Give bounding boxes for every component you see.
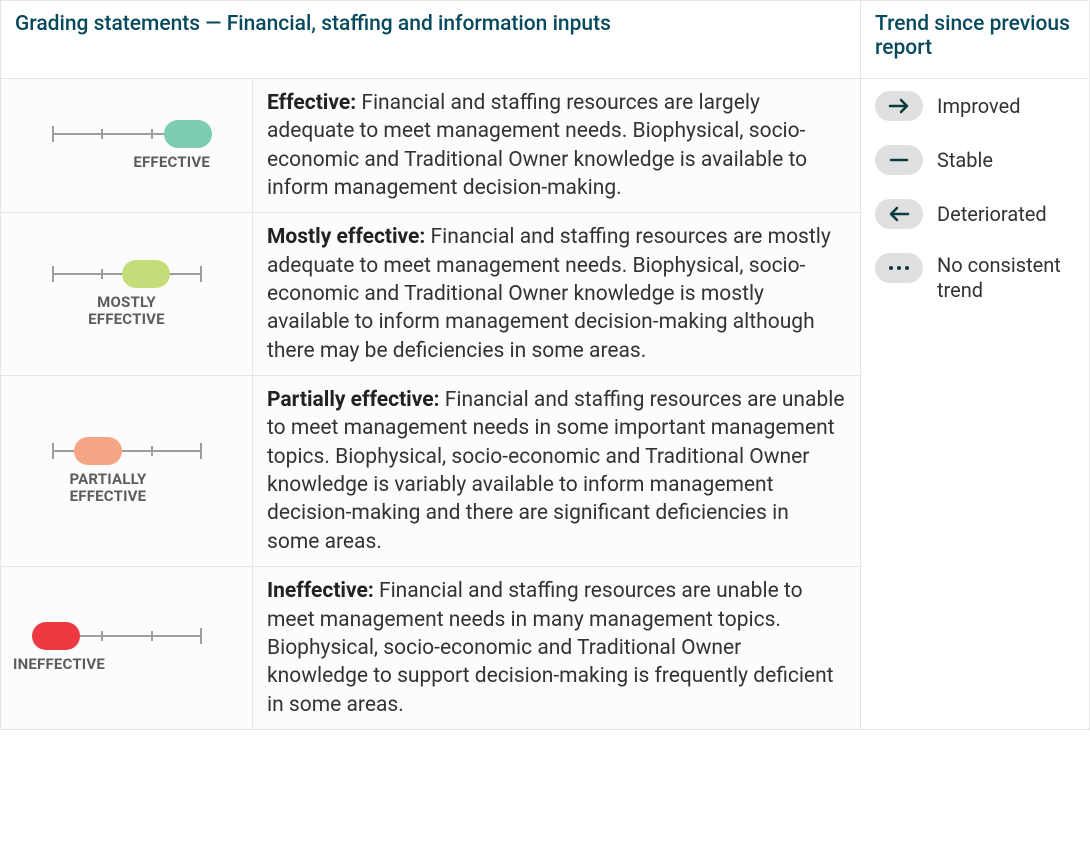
minus-icon [875, 145, 923, 175]
trend-item-deteriorated: Deteriorated [875, 199, 1075, 229]
trend-label: Stable [937, 148, 993, 173]
indicator-cell: EFFECTIVE [1, 79, 253, 212]
grades-container: EFFECTIVE Effective: Financial and staff… [1, 79, 861, 729]
trend-item-stable: Stable [875, 145, 1075, 175]
table-body-row: EFFECTIVE Effective: Financial and staff… [1, 79, 1089, 729]
trend-label: Improved [937, 94, 1021, 119]
indicator-cell: MOSTLY EFFECTIVE [1, 213, 253, 375]
grade-scale [42, 260, 212, 288]
grade-row-mostly-effective: MOSTLY EFFECTIVE Mostly effective: Finan… [1, 213, 860, 376]
grade-row-effective: EFFECTIVE Effective: Financial and staff… [1, 79, 860, 213]
grading-header-title: Grading statements — Financial, staffing… [15, 12, 611, 36]
grade-term: Partially effective: [267, 388, 440, 412]
trend-item-no-trend: No consistent trend [875, 253, 1075, 303]
indicator-label: INEFFECTIVE [13, 656, 105, 673]
grade-term: Effective: [267, 91, 356, 115]
header-right-cell: Trend since previous report [861, 1, 1089, 79]
dots-icon [875, 253, 923, 283]
grade-term: Ineffective: [267, 579, 374, 603]
indicator-cell: PARTIALLY EFFECTIVE [1, 376, 253, 566]
trend-label: No consistent trend [937, 253, 1075, 303]
trend-legend-panel: Improved Stable Deteriorated [861, 79, 1089, 729]
indicator-cell: INEFFECTIVE [1, 567, 253, 729]
grade-row-ineffective: INEFFECTIVE Ineffective: Financial and s… [1, 567, 860, 729]
trend-label: Deteriorated [937, 202, 1047, 227]
grade-scale [42, 120, 212, 148]
grade-row-partially-effective: PARTIALLY EFFECTIVE Partially effective:… [1, 376, 860, 567]
trend-item-improved: Improved [875, 91, 1075, 121]
marker-partially-effective [74, 437, 122, 465]
table-header-row: Grading statements — Financial, staffing… [1, 1, 1089, 79]
indicator-label: EFFECTIVE [133, 154, 210, 171]
grade-description: Partially effective: Financial and staff… [253, 376, 860, 566]
indicator-label: MOSTLY EFFECTIVE [72, 294, 182, 329]
marker-mostly-effective [122, 260, 170, 288]
grade-scale [42, 437, 212, 465]
grade-description: Ineffective: Financial and staffing reso… [253, 567, 860, 729]
grade-desc-text: Financial and staffing resources are una… [267, 388, 844, 554]
grade-term: Mostly effective: [267, 225, 425, 249]
arrow-left-icon [875, 199, 923, 229]
marker-ineffective [32, 622, 80, 650]
header-left-cell: Grading statements — Financial, staffing… [1, 1, 861, 79]
grading-table: Grading statements — Financial, staffing… [0, 0, 1090, 730]
grade-description: Mostly effective: Financial and staffing… [253, 213, 860, 375]
trend-header-title: Trend since previous report [875, 12, 1070, 60]
marker-effective [164, 120, 212, 148]
indicator-label: PARTIALLY EFFECTIVE [53, 471, 163, 506]
arrow-right-icon [875, 91, 923, 121]
grade-scale [42, 622, 212, 650]
grade-description: Effective: Financial and staffing resour… [253, 79, 860, 212]
